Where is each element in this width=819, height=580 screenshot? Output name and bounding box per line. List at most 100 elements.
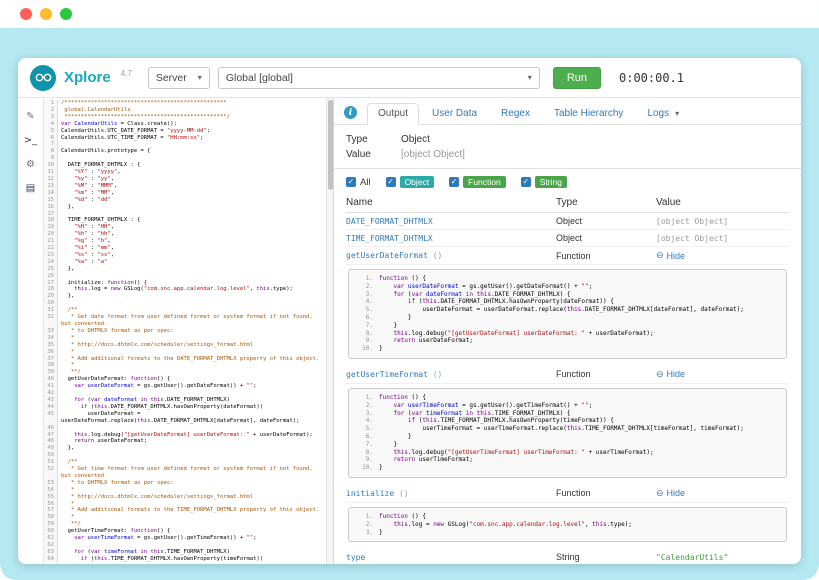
filter-object[interactable]: ✓Object (386, 176, 435, 188)
tab-user-data[interactable]: User Data (421, 103, 488, 125)
zoom-button[interactable] (60, 8, 72, 20)
checkbox-icon[interactable]: ✓ (346, 177, 356, 187)
checkbox-icon[interactable]: ✓ (521, 177, 531, 187)
server-select[interactable]: Server ▾ (148, 67, 210, 89)
open-script-icon[interactable]: ✎ (26, 112, 34, 122)
editor-line: 58 * (44, 514, 333, 521)
source-line-number: 8. (357, 449, 373, 457)
result-name-link[interactable]: getUserTimeFormat () (346, 370, 556, 379)
scrollbar-thumb[interactable] (328, 100, 333, 190)
source-line-number: 2. (357, 283, 373, 291)
hide-toggle[interactable]: ⊖Hide (656, 488, 685, 499)
source-line: 4. if (this.TIME_FORMAT_DHTMLX.hasOwnPro… (357, 417, 778, 425)
filter-label: String (535, 176, 567, 188)
line-number: 18 (44, 217, 58, 224)
checkbox-icon[interactable]: ✓ (449, 177, 459, 187)
line-text: /***************************************… (58, 100, 333, 107)
source-line-number: 10. (357, 345, 373, 353)
source-line-number: 6. (357, 314, 373, 322)
line-text: * http://docs.dhtmlx.com/scheduler/setti… (58, 494, 333, 501)
data-tables-icon[interactable]: ▤ (26, 184, 35, 194)
minimize-button[interactable] (40, 8, 52, 20)
line-number: 32 (44, 314, 58, 328)
editor-line: 28 this.log = new GSLog("com.snc.app.cal… (44, 286, 333, 293)
line-number: 12 (44, 176, 58, 183)
source-line-number: 5. (357, 306, 373, 314)
source-line-text: } (379, 441, 397, 449)
editor-line: 11 "%Y" : "yyyy", (44, 169, 333, 176)
tab-logs[interactable]: Logs▾ (636, 103, 690, 125)
line-text: getUserDateFormat: function() { (58, 376, 333, 383)
scope-select-value: Global [global] (226, 72, 293, 84)
line-number: 62 (44, 542, 58, 549)
filter-string[interactable]: ✓ String (521, 176, 567, 188)
line-text: }, (58, 445, 333, 452)
close-button[interactable] (20, 8, 32, 20)
editor-line: 37 * Add additional formats to the DATE_… (44, 356, 333, 363)
tab-regex[interactable]: Regex (490, 103, 541, 125)
line-number: 14 (44, 190, 58, 197)
line-number: 51 (44, 459, 58, 466)
result-name-link[interactable]: DATE_FORMAT_DHTMLX (346, 217, 556, 226)
source-line: 2. this.log = new GSLog("com.snc.app.cal… (357, 521, 778, 529)
line-text: /** (58, 307, 333, 314)
editor-line: 27 initialize: function() { (44, 280, 333, 287)
editor-line: 13 "%M" : "MMM", (44, 183, 333, 190)
source-line: 1.function () { (357, 275, 778, 283)
chevron-down-icon: ▾ (528, 73, 532, 82)
result-name-link[interactable]: getUserDateFormat () (346, 251, 556, 260)
source-line-text: } (379, 314, 412, 322)
checkbox-icon[interactable]: ✓ (386, 177, 396, 187)
minus-circle-icon: ⊖ (656, 488, 664, 499)
source-line-text: var userDateFormat = gs.getUser().getDat… (379, 283, 592, 291)
editor-line: 8CalendarUtils.prototype = { (44, 148, 333, 155)
source-line-text: function () { (379, 513, 426, 521)
source-line-text: } (379, 433, 412, 441)
editor-scrollbar[interactable] (326, 98, 333, 564)
line-text: "%h" : "hh", (58, 231, 333, 238)
editor-line: 41 var userDateFormat = gs.getUser().get… (44, 383, 333, 390)
editor-line: 49 }, (44, 445, 333, 452)
editor-line: 23 "%s" : "ss", (44, 252, 333, 259)
result-summary: Type Object Value [object Object] (334, 125, 801, 169)
hide-toggle[interactable]: ⊖Hide (656, 250, 685, 261)
tab-table-hierarchy[interactable]: Table Hierarchy (543, 103, 634, 125)
source-line-text: for (var dateFormat in this.DATE_FORMAT_… (379, 291, 571, 299)
editor-line: 22 "%i" : "mm", (44, 245, 333, 252)
result-name-link[interactable]: initialize () (346, 489, 556, 498)
editor-line: 7 (44, 141, 333, 148)
source-line: 6. } (357, 433, 778, 441)
line-text (58, 273, 333, 280)
scope-select[interactable]: Global [global] ▾ (218, 67, 540, 89)
editor-line: 24 "%a" : "a" (44, 259, 333, 266)
source-line-number: 3. (357, 291, 373, 299)
settings-icon[interactable]: ⚙ (26, 160, 35, 170)
tab-output[interactable]: Output (367, 103, 419, 125)
line-number: 9 (44, 155, 58, 162)
source-line-number: 2. (357, 521, 373, 529)
editor-line: 16 }, (44, 204, 333, 211)
results-table: Name Type Value DATE_FORMAT_DHTMLXObject… (334, 194, 801, 564)
window-titlebar (0, 0, 819, 28)
editor-line: 52 * Get time format from user defined f… (44, 466, 333, 480)
result-type: Function (556, 251, 656, 261)
filter-function[interactable]: ✓Function (449, 176, 506, 188)
table-row: DATE_FORMAT_DHTMLXObject[object Object] (346, 213, 789, 230)
line-text (58, 155, 333, 162)
line-text: * http://docs.dhtmlx.com/scheduler/setti… (58, 342, 333, 349)
console-icon[interactable]: >_ (24, 136, 37, 146)
code-editor[interactable]: 1/**************************************… (44, 98, 334, 564)
editor-line: 44 if (this.DATE_FORMAT_DHTMLX.hasOwnPro… (44, 404, 333, 411)
filter-all[interactable]: ✓All (346, 177, 371, 188)
editor-line: 10 DATE_FORMAT_DHTMLX : { (44, 162, 333, 169)
function-source-block: 1.function () {2. var userTimeFormat = g… (348, 388, 787, 478)
line-number: 11 (44, 169, 58, 176)
info-icon[interactable]: i (344, 106, 357, 119)
editor-line: 36 * (44, 349, 333, 356)
result-name-link[interactable]: TIME_FORMAT_DHTMLX (346, 234, 556, 243)
source-line: 4. if (this.DATE_FORMAT_DHTMLX.hasOwnPro… (357, 298, 778, 306)
hide-toggle[interactable]: ⊖Hide (656, 369, 685, 380)
result-name-link[interactable]: type (346, 553, 556, 562)
run-button[interactable]: Run (553, 67, 601, 89)
execution-timer: 0:00:00.1 (619, 71, 684, 85)
